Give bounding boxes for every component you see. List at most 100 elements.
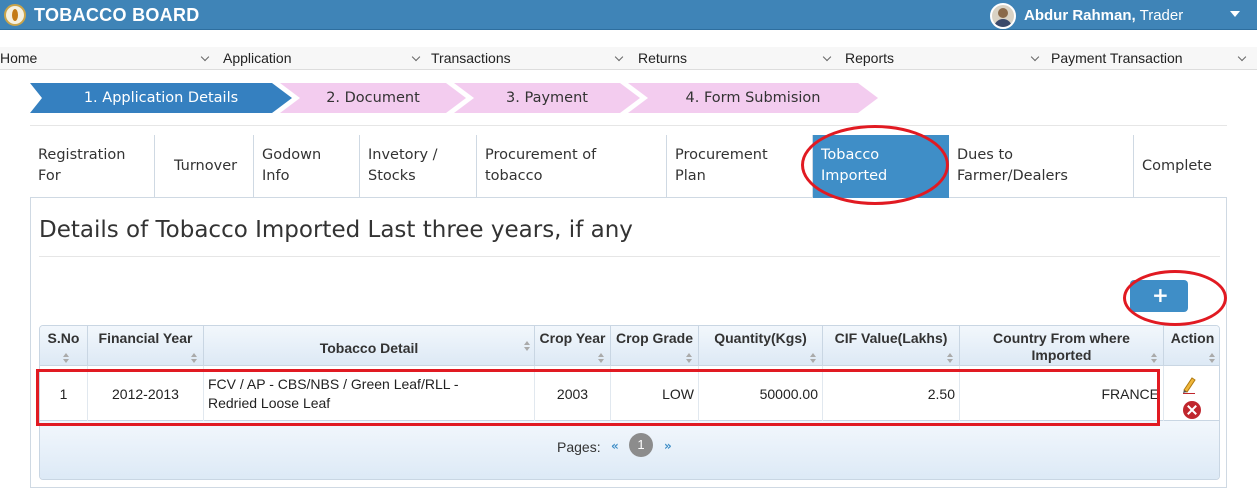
user-name: Abdur Rahman, — [1024, 7, 1136, 24]
tab-label: Godown — [262, 147, 322, 163]
tab-procurement-of-tobacco[interactable]: Procurement of tobacco — [477, 135, 667, 198]
column-action: Action — [1164, 326, 1219, 366]
tab-label: Turnover — [174, 158, 238, 174]
tab-label: Complete — [1142, 158, 1212, 174]
divider — [39, 256, 1220, 257]
add-record-button[interactable]: + — [1130, 280, 1188, 312]
chevron-down-icon[interactable] — [615, 54, 624, 63]
tab-complete[interactable]: Complete — [1134, 135, 1227, 198]
pages-label: Pages: — [557, 439, 601, 455]
tab-label: Plan — [675, 168, 706, 184]
menu-home[interactable]: Home — [0, 47, 37, 70]
sort-icon[interactable] — [598, 353, 604, 363]
table-row: 1 2012-2013 FCV / AP - CBS/NBS / Green L… — [40, 366, 1219, 421]
cell-sno: 1 — [40, 366, 88, 421]
sort-icon[interactable] — [191, 353, 197, 363]
tab-label: Info — [262, 168, 290, 184]
cell-quantity: 50000.00 — [699, 366, 823, 421]
divider — [30, 125, 1227, 126]
column-sno[interactable]: S.No — [40, 326, 88, 366]
tab-panel: Details of Tobacco Imported Last three y… — [30, 198, 1227, 488]
tab-label: For — [38, 168, 61, 184]
column-country[interactable]: Country From where Imported — [960, 326, 1164, 366]
tobacco-detail-text: FCV / AP - CBS/NBS / Green Leaf/RLL - — [208, 375, 459, 392]
menu-reports[interactable]: Reports — [845, 47, 894, 70]
cell-cif-value: 2.50 — [823, 366, 960, 421]
table-header: S.No Financial Year Tobacco Detail Crop … — [40, 326, 1219, 366]
tab-label: tobacco — [485, 168, 543, 184]
column-label: Financial Year — [98, 330, 193, 346]
sort-icon[interactable] — [810, 353, 816, 363]
user-dropdown-icon[interactable] — [1230, 11, 1240, 17]
chevron-down-icon[interactable] — [823, 54, 832, 63]
tab-label: Registration — [38, 147, 126, 163]
delete-icon[interactable] — [1183, 401, 1201, 419]
chevron-down-icon[interactable] — [1031, 54, 1040, 63]
cell-country: FRANCE — [960, 366, 1164, 421]
column-label: Quantity(Kgs) — [714, 330, 807, 346]
column-crop-grade[interactable]: Crop Grade — [611, 326, 699, 366]
app-header: TOBACCO BOARD Abdur Rahman, Trader — [0, 0, 1257, 30]
column-label: Imported — [1031, 347, 1092, 363]
next-page-icon[interactable]: » — [664, 439, 672, 453]
tab-label: Tobacco — [821, 147, 880, 163]
cell-financial-year: 2012-2013 — [88, 366, 204, 421]
column-quantity[interactable]: Quantity(Kgs) — [699, 326, 823, 366]
tobacco-board-logo-icon — [4, 4, 26, 26]
chevron-down-icon[interactable] — [412, 54, 421, 63]
chevron-down-icon[interactable] — [201, 54, 210, 63]
tab-tobacco-imported[interactable]: Tobacco Imported — [813, 135, 949, 198]
column-financial-year[interactable]: Financial Year — [88, 326, 204, 366]
tobacco-detail-text: Redried Loose Leaf — [208, 394, 331, 411]
sort-icon[interactable] — [1209, 353, 1215, 363]
section-title: Details of Tobacco Imported Last three y… — [39, 217, 633, 243]
column-label: S.No — [47, 330, 80, 346]
column-label: CIF Value(Lakhs) — [834, 330, 948, 346]
tab-turnover[interactable]: Turnover — [166, 135, 254, 198]
tab-registration-for[interactable]: Registration For — [30, 135, 155, 198]
wizard-step-document[interactable]: 2. Document — [280, 83, 466, 113]
column-label: Crop Grade — [615, 330, 693, 346]
tab-label: Stocks — [368, 168, 416, 184]
column-crop-year[interactable]: Crop Year — [535, 326, 611, 366]
column-label: Tobacco Detail — [319, 340, 419, 356]
page-button[interactable]: 1 — [629, 433, 653, 457]
wizard-step-form-submission[interactable]: 4. Form Submision — [628, 83, 878, 113]
app-title: TOBACCO BOARD — [34, 5, 200, 25]
column-label: Action — [1170, 330, 1215, 346]
chevron-down-icon[interactable] — [1238, 54, 1247, 63]
sort-icon[interactable] — [1151, 353, 1157, 363]
tab-godown-info[interactable]: Godown Info — [254, 135, 360, 198]
sort-icon[interactable] — [63, 353, 69, 363]
wizard-step-application-details[interactable]: 1. Application Details — [30, 83, 292, 113]
tab-label: Farmer/Dealers — [957, 168, 1068, 184]
sort-icon[interactable] — [524, 341, 530, 351]
user-menu[interactable]: Abdur Rahman, Trader — [1024, 7, 1183, 24]
user-role: Trader — [1139, 7, 1184, 24]
menu-payment-transaction[interactable]: Payment Transaction — [1051, 47, 1183, 70]
menu-transactions[interactable]: Transactions — [431, 47, 511, 70]
cell-tobacco-detail: FCV / AP - CBS/NBS / Green Leaf/RLL - Red… — [204, 366, 535, 421]
edit-icon[interactable] — [1181, 376, 1197, 394]
tab-label: Invetory / — [368, 147, 438, 163]
tab-inventory-stocks[interactable]: Invetory / Stocks — [360, 135, 477, 198]
column-label: Crop Year — [539, 330, 606, 346]
tab-procurement-plan[interactable]: Procurement Plan — [667, 135, 813, 198]
sort-icon[interactable] — [686, 353, 692, 363]
tab-label: Procurement — [675, 147, 768, 163]
menu-returns[interactable]: Returns — [638, 47, 687, 70]
column-tobacco-detail[interactable]: Tobacco Detail — [204, 326, 535, 366]
user-avatar[interactable] — [990, 3, 1016, 29]
sort-icon[interactable] — [947, 353, 953, 363]
menu-application[interactable]: Application — [223, 47, 292, 70]
tab-label: Imported — [821, 168, 888, 184]
wizard-step-payment[interactable]: 3. Payment — [454, 83, 640, 113]
tab-dues-to-farmer-dealers[interactable]: Dues to Farmer/Dealers — [949, 135, 1134, 198]
form-tabs: Registration For Turnover Godown Info Inve… — [30, 135, 1227, 198]
column-cif-value[interactable]: CIF Value(Lakhs) — [823, 326, 960, 366]
previous-page-icon[interactable]: « — [611, 439, 619, 453]
pagination: Pages: « 1 » — [40, 421, 1219, 479]
cell-crop-year: 2003 — [535, 366, 611, 421]
tab-label: Procurement of — [485, 147, 597, 163]
imported-tobacco-table: S.No Financial Year Tobacco Detail Crop … — [39, 325, 1220, 480]
